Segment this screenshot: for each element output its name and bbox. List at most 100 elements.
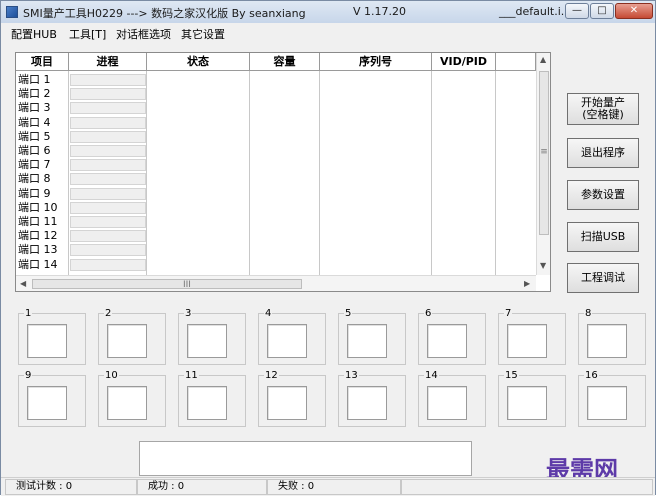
settings-label: 参数设置 [581, 188, 625, 201]
slot-number: 4 [264, 308, 273, 319]
slot-number: 10 [104, 370, 119, 381]
table-row[interactable]: 端口 9 [18, 187, 51, 201]
progress-cell [70, 74, 146, 86]
slot-number: 14 [424, 370, 439, 381]
header-progress[interactable]: 进程 [69, 53, 147, 71]
exit-label: 退出程序 [581, 146, 625, 159]
header-capacity[interactable]: 容量 [250, 53, 320, 71]
vertical-grip-icon: ≡ [540, 147, 548, 157]
port-slot[interactable]: 9 [18, 370, 86, 427]
header-item[interactable]: 项目 [16, 53, 69, 71]
port-slot[interactable]: 8 [578, 308, 646, 365]
slot-number: 1 [24, 308, 33, 319]
start-hotkey-label: (空格键) [582, 108, 624, 121]
port-slot[interactable]: 7 [498, 308, 566, 365]
table-row[interactable]: 端口 6 [18, 144, 51, 158]
port-slot[interactable]: 2 [98, 308, 166, 365]
table-row[interactable]: 端口 12 [18, 229, 58, 243]
table-row[interactable]: 端口 5 [18, 130, 51, 144]
menu-bar: 配置HUB 工具[T] 对话框选项 其它设置 [1, 23, 655, 42]
slot-number: 3 [184, 308, 193, 319]
scan-label: 扫描USB [580, 230, 626, 243]
header-vidpid[interactable]: VID/PID [432, 53, 496, 71]
minimize-button[interactable]: — [565, 3, 589, 19]
scroll-down-icon[interactable]: ▼ [540, 261, 546, 270]
table-row[interactable]: 端口 8 [18, 172, 51, 186]
slot-indicator [587, 324, 627, 358]
progress-cell [70, 230, 146, 243]
slot-indicator [27, 386, 67, 420]
progress-cell [70, 258, 146, 271]
table-row[interactable]: 端口 10 [18, 201, 58, 215]
port-slot[interactable]: 5 [338, 308, 406, 365]
scroll-up-icon[interactable]: ▲ [540, 55, 546, 64]
exit-program-button[interactable]: 退出程序 [567, 138, 639, 168]
slot-indicator [27, 324, 67, 358]
port-slot[interactable]: 14 [418, 370, 486, 427]
table-row[interactable]: 端口 13 [18, 243, 58, 257]
progress-cell [70, 216, 146, 228]
window-title: SMI量产工具H0229 ---> 数码之家汉化版 By seanxiang [23, 7, 306, 20]
port-table: 项目 进程 状态 容量 序列号 VID/PID 端口 1 端口 2 端口 3 端口 4… [15, 52, 551, 292]
parameter-settings-button[interactable]: 参数设置 [567, 180, 639, 210]
vertical-scrollbar[interactable]: ▲ ≡ ▼ [536, 53, 550, 275]
slot-indicator [347, 324, 387, 358]
status-bar: 测试计数 : 0 成功 : 0 失败 : 0 [1, 477, 655, 496]
menu-dialog-options[interactable]: 对话框选项 [116, 26, 171, 42]
table-row[interactable]: 端口 11 [18, 215, 58, 229]
slot-number: 2 [104, 308, 113, 319]
scan-usb-button[interactable]: 扫描USB [567, 222, 639, 252]
horizontal-scroll-thumb[interactable]: III [32, 279, 302, 290]
header-serial[interactable]: 序列号 [320, 53, 432, 71]
menu-tools[interactable]: 工具[T] [69, 26, 106, 42]
slot-indicator [507, 324, 547, 358]
port-slot[interactable]: 10 [98, 370, 166, 427]
port-slot[interactable]: 13 [338, 370, 406, 427]
maximize-button[interactable]: □ [590, 3, 614, 19]
table-row[interactable]: 端口 14 [18, 258, 58, 272]
message-box [139, 441, 472, 476]
title-bar[interactable]: SMI量产工具H0229 ---> 数码之家汉化版 By seanxiang V… [1, 1, 655, 23]
header-blank [496, 53, 536, 71]
scroll-right-icon[interactable]: ▶ [524, 279, 530, 288]
slot-number: 11 [184, 370, 199, 381]
header-status[interactable]: 状态 [147, 53, 250, 71]
close-button[interactable]: ✕ [615, 3, 653, 19]
progress-cell [70, 102, 146, 115]
table-row[interactable]: 端口 7 [18, 158, 51, 172]
port-slot[interactable]: 3 [178, 308, 246, 365]
table-row[interactable]: 端口 4 [18, 116, 51, 130]
port-slot[interactable]: 4 [258, 308, 326, 365]
horizontal-scrollbar[interactable]: ◀ III ▶ [16, 275, 536, 291]
menu-config-hub[interactable]: 配置HUB [11, 26, 57, 42]
progress-cell [70, 159, 146, 172]
progress-cell [70, 88, 146, 101]
slot-indicator [267, 386, 307, 420]
horizontal-grip-icon: III [183, 280, 191, 290]
table-row[interactable]: 端口 3 [18, 101, 51, 115]
col-serial [320, 71, 432, 275]
table-row[interactable]: 端口 1 [18, 73, 51, 87]
col-status [147, 71, 250, 275]
slot-number: 12 [264, 370, 279, 381]
menu-other-settings[interactable]: 其它设置 [181, 26, 225, 42]
test-count-status: 测试计数 : 0 [5, 479, 137, 495]
slot-indicator [587, 386, 627, 420]
port-slot[interactable]: 11 [178, 370, 246, 427]
port-slot[interactable]: 15 [498, 370, 566, 427]
engineering-debug-button[interactable]: 工程调试 [567, 263, 639, 293]
port-slot[interactable]: 6 [418, 308, 486, 365]
success-count-status: 成功 : 0 [137, 479, 267, 495]
slot-number: 5 [344, 308, 353, 319]
start-production-button[interactable]: 开始量产 (空格键) [567, 93, 639, 125]
port-slot[interactable]: 12 [258, 370, 326, 427]
close-icon: ✕ [629, 5, 639, 16]
slot-number: 13 [344, 370, 359, 381]
port-slot[interactable]: 16 [578, 370, 646, 427]
scroll-left-icon[interactable]: ◀ [20, 279, 26, 288]
port-slot[interactable]: 1 [18, 308, 86, 365]
table-row[interactable]: 端口 2 [18, 87, 51, 101]
slot-indicator [347, 386, 387, 420]
col-capacity [250, 71, 320, 275]
slot-indicator [187, 324, 227, 358]
